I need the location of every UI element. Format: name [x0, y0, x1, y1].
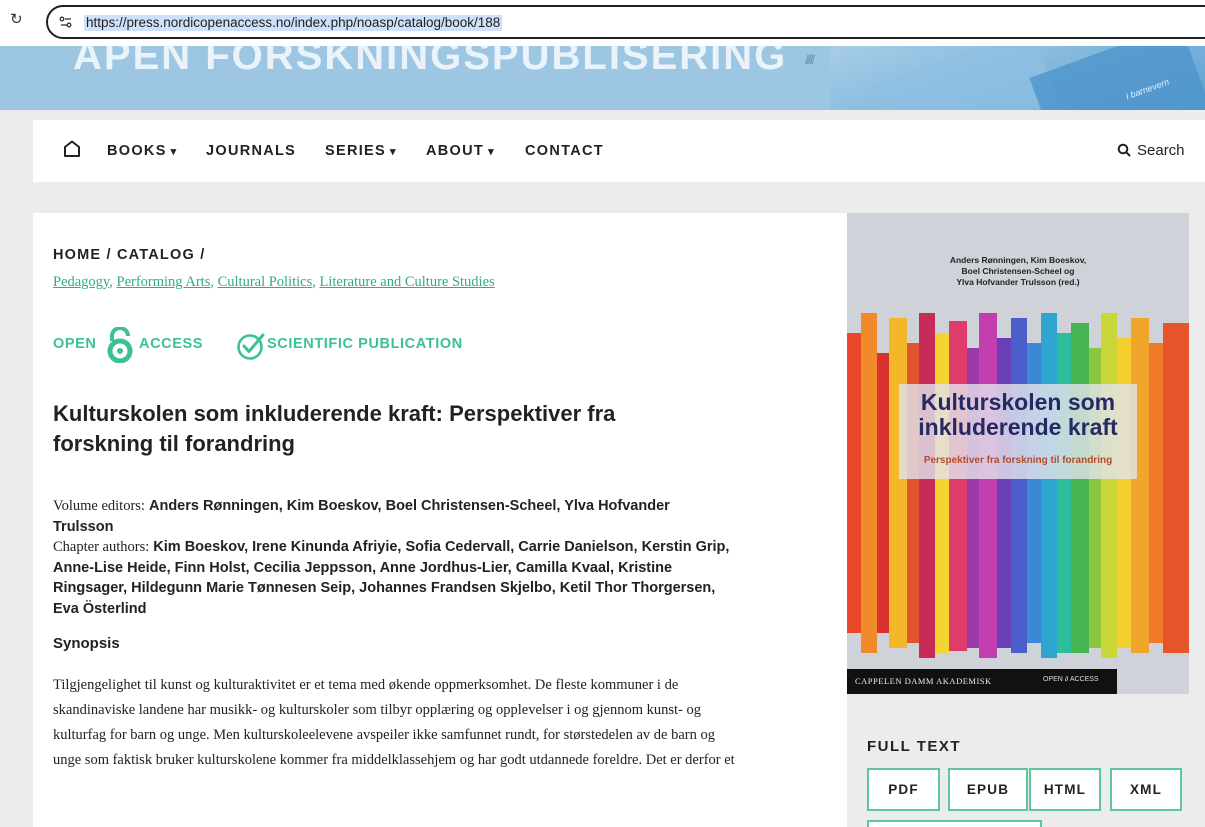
epub-button[interactable]: EPUB [948, 768, 1028, 811]
main-navigation: BOOKS ▾ JOURNALS SERIES ▾ ABOUT ▾ CONTACT S… [33, 120, 1205, 182]
cover-publisher: CAPPELEN DAMM AKADEMISK [855, 676, 992, 686]
cover-title-line: Kulturskolen som [920, 389, 1116, 415]
breadcrumb: HOME / CATALOG / [53, 247, 205, 263]
authors-label: Chapter authors: [53, 539, 150, 555]
cover-footer: CAPPELEN DAMM AKADEMISK OPEN ∂ ACCESS [847, 669, 1117, 694]
cover-oa-left: OPEN [1043, 676, 1063, 683]
editors-label: Volume editors: [53, 498, 145, 514]
category-link[interactable]: Pedagogy [53, 274, 109, 290]
search-icon [1117, 143, 1131, 157]
authors-names: Kim Boeskov, Irene Kinunda Afriyie, Sofi… [53, 539, 730, 617]
synopsis-heading: Synopsis [53, 635, 120, 652]
breadcrumb-separator: / [106, 247, 112, 263]
nav-contact-label: CONTACT [525, 143, 604, 159]
book-details: HOME / CATALOG / Pedagogy, Performing Ar… [33, 213, 847, 827]
open-access-label-right: ACCESS [139, 336, 204, 352]
breadcrumb-catalog[interactable]: CATALOG [117, 247, 195, 263]
book-contributors: Volume editors: Anders Rønningen, Kim Bo… [53, 496, 733, 619]
full-text-section: FULL TEXT PDF EPUB HTML XML [847, 700, 1189, 827]
site-info-icon[interactable] [58, 14, 74, 30]
caret-down-icon: ▾ [170, 146, 178, 158]
address-bar[interactable]: https://press.nordicopenaccess.no/index.… [46, 5, 1205, 39]
nav-journals-label: JOURNALS [206, 143, 297, 159]
pdf-button[interactable]: PDF [867, 768, 940, 811]
full-text-heading: FULL TEXT [867, 738, 962, 755]
caret-down-icon: ▾ [390, 146, 397, 158]
reload-icon[interactable]: ↻ [10, 12, 24, 27]
search-label: Search [1137, 142, 1185, 159]
url-text[interactable]: https://press.nordicopenaccess.no/index.… [84, 15, 503, 31]
nav-journals[interactable]: JOURNALS [206, 143, 296, 159]
cover-authors: Anders Rønningen, Kim Boeskov, Boel Chri… [847, 255, 1189, 288]
category-link[interactable]: Cultural Politics [218, 274, 313, 290]
category-link[interactable]: Literature and Culture Studies [320, 274, 495, 290]
cover-oa-right: ACCESS [1069, 676, 1099, 683]
browser-toolbar: ↻ https://press.nordicopenaccess.no/inde… [0, 0, 1205, 46]
search-button[interactable]: Search [1117, 142, 1185, 159]
synopsis-text: Tilgjengelighet til kunst og kulturaktiv… [53, 677, 735, 768]
breadcrumb-home[interactable]: HOME [53, 247, 101, 263]
site-title[interactable]: ÅPEN FORSKNINGSPUBLISERING [73, 46, 787, 79]
editors-names: Anders Rønningen, Kim Boeskov, Boel Chri… [53, 498, 670, 535]
cover-authors-line: Anders Rønningen, Kim Boeskov, [949, 255, 1087, 265]
nav-series[interactable]: SERIES ▾ [325, 143, 397, 159]
open-access-label-left: OPEN [53, 336, 97, 352]
additional-download-button[interactable] [867, 820, 1042, 827]
cover-subtitle: Perspektiver fra forskning til forandrin… [923, 455, 1113, 466]
banner-decoration-marks: ///// [805, 52, 815, 67]
breadcrumb-separator: / [200, 247, 206, 263]
book-title: Kulturskolen som inkluderende kraft: Per… [53, 401, 616, 456]
caret-down-icon: ▾ [488, 146, 495, 158]
nav-series-label: SERIES [325, 143, 386, 159]
nav-books-label: BOOKS [107, 143, 167, 159]
category-link[interactable]: Performing Arts [117, 274, 211, 290]
nav-books[interactable]: BOOKS ▾ [107, 143, 178, 159]
nav-about[interactable]: ABOUT ▾ [426, 143, 495, 159]
site-banner: ///// i barnevern ÅPEN FORSKNINGSPUBLISE… [0, 46, 1205, 110]
cover-authors-line: Ylva Hofvander Trulsson (red.) [956, 277, 1080, 287]
html-button[interactable]: HTML [1029, 768, 1101, 811]
scientific-publication-badge: SCIENTIFIC PUBLICATION [267, 336, 463, 352]
cover-title: Kulturskolen som inkluderende kraft [899, 390, 1137, 440]
nav-contact[interactable]: CONTACT [525, 143, 604, 159]
nav-about-label: ABOUT [426, 143, 485, 159]
book-cover[interactable]: Anders Rønningen, Kim Boeskov, Boel Chri… [847, 213, 1189, 694]
xml-button[interactable]: XML [1110, 768, 1182, 811]
cover-open-access-logo: OPEN ∂ ACCESS [1043, 676, 1099, 683]
check-circle-icon [237, 333, 265, 360]
category-links: Pedagogy, Performing Arts, Cultural Poli… [53, 274, 495, 290]
open-access-lock-icon [107, 327, 133, 363]
cover-title-line: inkluderende kraft [918, 414, 1118, 440]
cover-authors-line: Boel Christensen-Scheel og [961, 266, 1075, 276]
home-icon[interactable] [63, 140, 81, 158]
cover-artwork [847, 313, 1189, 658]
